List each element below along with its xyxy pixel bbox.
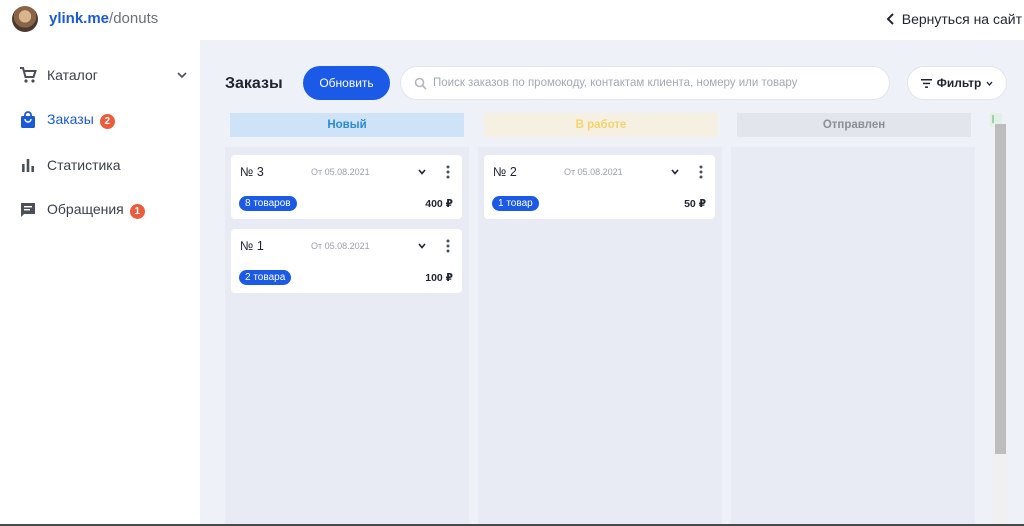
chevron-down-icon[interactable]: [177, 71, 187, 79]
chevron-down-icon[interactable]: [418, 243, 426, 249]
back-to-site-link[interactable]: Вернуться на сайт: [886, 11, 1022, 27]
order-card[interactable]: № 2 От 05.08.2021 1 товар 50 ₽: [484, 155, 715, 219]
items-count-badge: 8 товаров: [239, 196, 297, 211]
sidebar-item-orders[interactable]: Заказы 2: [0, 107, 200, 133]
shopping-bag-icon: [21, 111, 35, 128]
chevron-down-icon: [986, 81, 993, 86]
messages-count-badge: 1: [129, 204, 145, 219]
column-header-sent: Отправлен: [737, 113, 971, 137]
page-title: Заказы: [225, 75, 283, 92]
chevron-left-icon: [886, 13, 894, 25]
order-price: 50 ₽: [684, 198, 706, 210]
brand-host: ylink.me: [49, 10, 110, 27]
filter-label: Фильтр: [936, 76, 982, 90]
order-card[interactable]: № 1 От 05.08.2021 2 товара 100 ₽: [231, 229, 462, 293]
orders-count-badge: 2: [99, 114, 115, 129]
brand-path: /donuts: [109, 10, 159, 27]
filter-icon: [920, 78, 932, 88]
column-header-new: Новый: [230, 113, 464, 137]
order-number: № 2: [493, 165, 517, 179]
sidebar-item-label: Обращения 1: [47, 201, 145, 219]
chevron-down-icon[interactable]: [671, 169, 679, 175]
order-number: № 1: [240, 239, 264, 253]
refresh-button[interactable]: Обновить: [303, 66, 390, 100]
cart-icon: [20, 67, 37, 83]
order-number: № 3: [240, 165, 264, 179]
search-icon: [414, 77, 427, 90]
order-date: От 05.08.2021: [564, 167, 623, 177]
board-scrollbar[interactable]: [993, 124, 1007, 526]
order-date: От 05.08.2021: [311, 241, 370, 251]
shop-link[interactable]: ylink.me/donuts: [49, 10, 158, 27]
chevron-down-icon[interactable]: [418, 169, 426, 175]
message-icon: [21, 203, 35, 217]
items-count-badge: 2 товара: [239, 270, 292, 285]
search-box[interactable]: [400, 66, 890, 100]
items-count-badge: 1 товар: [492, 196, 539, 211]
column-header-in-progress: В работе: [484, 113, 718, 137]
search-input[interactable]: [433, 74, 873, 92]
shop-avatar[interactable]: [12, 6, 38, 32]
order-price: 400 ₽: [425, 198, 453, 210]
order-price: 100 ₽: [425, 272, 453, 284]
more-vertical-icon[interactable]: [446, 165, 450, 179]
bar-chart-icon: [22, 159, 34, 172]
sidebar-item-label: Статистика: [47, 157, 121, 173]
sidebar-item-statistics[interactable]: Статистика: [0, 152, 200, 178]
order-date: От 05.08.2021: [311, 167, 370, 177]
sidebar-item-label: Каталог: [47, 67, 98, 83]
scrollbar-thumb[interactable]: [995, 124, 1006, 454]
orders-board: Заказы Обновить Фильтр Новый В работе От…: [200, 40, 1024, 526]
filter-button[interactable]: Фильтр: [907, 66, 1007, 100]
sidebar-item-messages[interactable]: Обращения 1: [0, 197, 200, 223]
order-card[interactable]: № 3 От 05.08.2021 8 товаров 400 ₽: [231, 155, 462, 219]
more-vertical-icon[interactable]: [699, 165, 703, 179]
more-vertical-icon[interactable]: [446, 239, 450, 253]
sidebar-item-label: Заказы 2: [47, 111, 115, 129]
top-bar: ylink.me/donuts Вернуться на сайт: [0, 0, 1024, 40]
sidebar: Каталог Заказы 2 Статистика Обращения 1: [0, 40, 200, 526]
back-to-site-label: Вернуться на сайт: [901, 11, 1022, 27]
column-sent: [731, 147, 975, 526]
sidebar-item-catalog[interactable]: Каталог: [0, 62, 200, 88]
